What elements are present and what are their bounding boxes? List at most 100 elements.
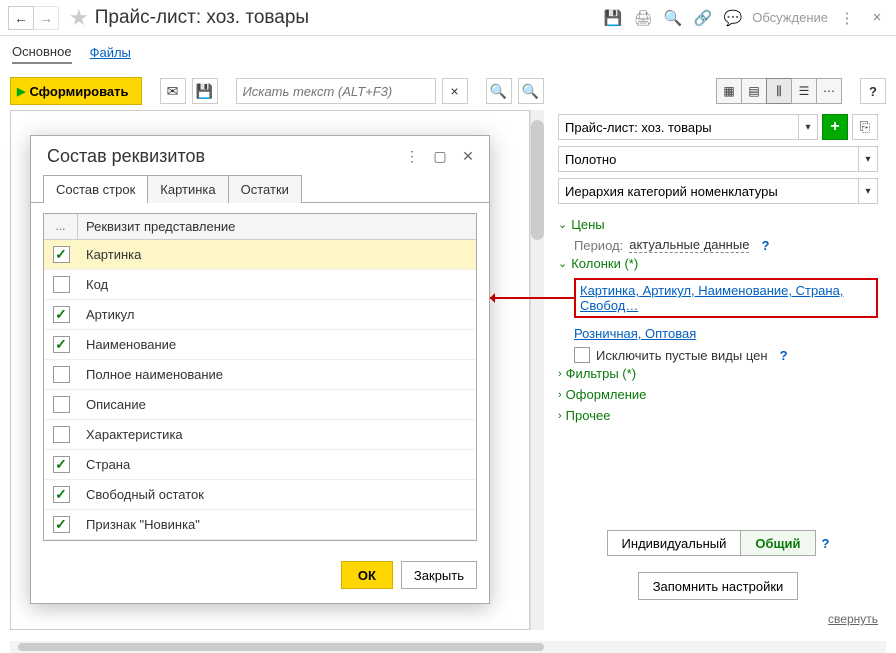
section-columns[interactable]: ⌄Колонки (*) (558, 253, 878, 274)
search-input[interactable] (236, 78, 436, 104)
save-doc-button[interactable]: 💾 (192, 78, 218, 104)
dialog-more-button[interactable]: ⋮ (403, 148, 421, 166)
nav-forward-button[interactable]: → (33, 6, 59, 30)
help-icon[interactable]: ? (822, 536, 830, 551)
nav-back-button[interactable]: ← (8, 6, 34, 30)
row-checkbox[interactable]: ✓ (53, 516, 70, 533)
add-price-list-button[interactable]: + (822, 114, 848, 140)
row-label: Описание (78, 397, 476, 412)
play-icon: ▶ (17, 85, 25, 98)
row-checkbox[interactable] (53, 396, 70, 413)
dialog-ok-button[interactable]: ОК (341, 561, 393, 589)
dialog-tab-picture[interactable]: Картинка (147, 175, 228, 203)
tab-main[interactable]: Основное (12, 44, 72, 64)
row-label: Картинка (78, 247, 476, 262)
dialog-close-button[interactable]: ✕ (459, 148, 477, 166)
search-clear-button[interactable]: × (442, 78, 468, 104)
dialog-title: Состав реквизитов (47, 146, 205, 167)
canvas-dropdown-button[interactable]: ▾ (858, 146, 878, 172)
view-mode-5-button[interactable]: ⋯ (816, 78, 842, 104)
maximize-icon: ▢ (433, 148, 446, 165)
row-checkbox[interactable]: ✓ (53, 306, 70, 323)
generate-button[interactable]: ▶ Сформировать (10, 77, 142, 105)
dialog-tab-rows[interactable]: Состав строк (43, 175, 148, 203)
view-mode-2-button[interactable]: ▤ (741, 78, 767, 104)
page-title: Прайс-лист: хоз. товары (95, 7, 309, 29)
canvas-scrollbar-horizontal[interactable] (10, 641, 886, 653)
row-label: Артикул (78, 307, 476, 322)
save-icon[interactable]: 💾 (602, 7, 624, 29)
chevron-right-icon: › (558, 389, 562, 401)
tab-files[interactable]: Файлы (90, 45, 131, 63)
grid-row[interactable]: ✓ Страна (44, 450, 476, 480)
row-checkbox[interactable]: ✓ (53, 486, 70, 503)
row-checkbox[interactable]: ✓ (53, 246, 70, 263)
dialog-close-text-button[interactable]: Закрыть (401, 561, 477, 589)
row-checkbox[interactable]: ✓ (53, 456, 70, 473)
close-icon[interactable]: × (866, 7, 888, 29)
row-label: Код (78, 277, 476, 292)
row-label: Характеристика (78, 427, 476, 442)
prices-link[interactable]: Розничная, Оптовая (574, 326, 878, 341)
grid-row[interactable]: ✓ Наименование (44, 330, 476, 360)
period-value-link[interactable]: актуальные данные (629, 237, 749, 253)
grid-row[interactable]: Полное наименование (44, 360, 476, 390)
row-label: Страна (78, 457, 476, 472)
price-list-combo[interactable] (558, 114, 798, 140)
close-icon: ✕ (462, 148, 474, 165)
row-checkbox[interactable] (53, 426, 70, 443)
discuss-label[interactable]: Обсуждение (752, 10, 828, 25)
mail-icon: ✉ (167, 83, 179, 100)
section-design[interactable]: ›Оформление (558, 384, 878, 405)
section-prices[interactable]: ⌄Цены (558, 214, 878, 235)
link-icon[interactable]: 🔗 (692, 7, 714, 29)
dialog-tab-stock[interactable]: Остатки (228, 175, 302, 203)
mode-general-button[interactable]: Общий (740, 530, 815, 556)
canvas-combo[interactable] (558, 146, 858, 172)
help-icon[interactable]: ? (780, 348, 788, 363)
price-list-dropdown-button[interactable]: ▾ (798, 114, 818, 140)
attributes-dialog: Состав реквизитов ⋮ ▢ ✕ Состав строк Кар… (30, 135, 490, 604)
row-checkbox[interactable] (53, 276, 70, 293)
grid-row[interactable]: Характеристика (44, 420, 476, 450)
view-mode-1-button[interactable]: ▦ (716, 78, 742, 104)
hierarchy-combo[interactable] (558, 178, 858, 204)
collapse-link[interactable]: свернуть (558, 612, 878, 626)
view-mode-4-button[interactable]: ☰ (791, 78, 817, 104)
preview-icon[interactable]: 🔍 (662, 7, 684, 29)
mode-individual-button[interactable]: Индивидуальный (607, 530, 742, 556)
grid-row[interactable]: Код (44, 270, 476, 300)
search-back-button[interactable]: 🔍 (486, 78, 512, 104)
x-icon: × (450, 83, 458, 99)
exclude-empty-checkbox[interactable] (574, 347, 590, 363)
grid-header-label: Реквизит представление (78, 214, 476, 239)
grid-row[interactable]: Описание (44, 390, 476, 420)
print-icon[interactable]: 🖨 (632, 7, 654, 29)
help-button[interactable]: ? (860, 78, 886, 104)
more-icon[interactable]: ⋮ (836, 7, 858, 29)
duplicate-price-list-button[interactable]: ⎘ (852, 114, 878, 140)
row-checkbox[interactable] (53, 366, 70, 383)
grid-row[interactable]: ✓ Артикул (44, 300, 476, 330)
remember-settings-button[interactable]: Запомнить настройки (638, 572, 799, 600)
grid-row[interactable]: ✓Свободный остаток (44, 480, 476, 510)
row-label: Наименование (78, 337, 476, 352)
mail-button[interactable]: ✉ (160, 78, 186, 104)
period-label: Период: (574, 238, 623, 253)
help-icon[interactable]: ? (761, 238, 769, 253)
view-mode-3-button[interactable]: ⫼ (766, 78, 792, 104)
dialog-maximize-button[interactable]: ▢ (431, 148, 449, 166)
row-checkbox[interactable]: ✓ (53, 336, 70, 353)
columns-link[interactable]: Картинка, Артикул, Наименование, Страна,… (580, 283, 843, 313)
search-fwd-button[interactable]: 🔍 (518, 78, 544, 104)
hierarchy-dropdown-button[interactable]: ▾ (858, 178, 878, 204)
section-filters[interactable]: ›Фильтры (*) (558, 363, 878, 384)
canvas-scrollbar-vertical[interactable] (530, 110, 544, 630)
grid-row[interactable]: ✓ Картинка (44, 240, 476, 270)
discuss-icon[interactable]: 💬 (722, 7, 744, 29)
floppy-icon: 💾 (196, 83, 213, 100)
grid-row[interactable]: ✓Признак "Новинка" (44, 510, 476, 540)
favorite-star-icon[interactable]: ★ (69, 5, 89, 31)
section-other[interactable]: ›Прочее (558, 405, 878, 426)
chevron-down-icon: ⌄ (558, 218, 567, 231)
